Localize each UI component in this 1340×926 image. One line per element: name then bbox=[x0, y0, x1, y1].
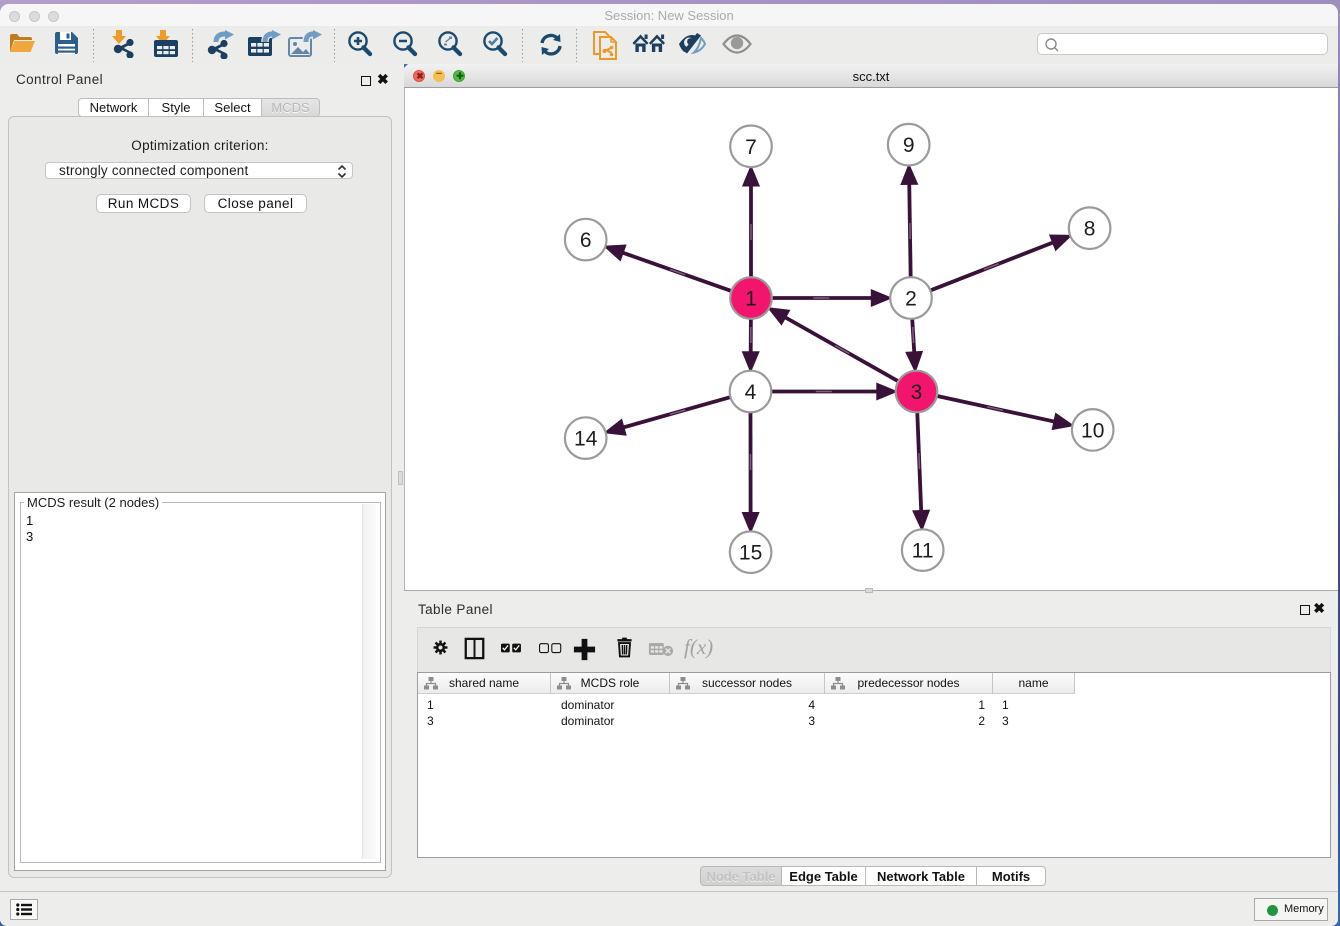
svg-text:3: 3 bbox=[911, 381, 923, 404]
svg-text:1: 1 bbox=[745, 288, 757, 311]
svg-text:4: 4 bbox=[745, 381, 757, 404]
svg-text:14: 14 bbox=[574, 428, 598, 451]
svg-text:6: 6 bbox=[580, 229, 592, 252]
svg-text:15: 15 bbox=[739, 542, 762, 565]
svg-text:11: 11 bbox=[912, 540, 934, 563]
svg-text:9: 9 bbox=[903, 134, 915, 157]
svg-text:2: 2 bbox=[905, 288, 917, 311]
svg-text:8: 8 bbox=[1084, 218, 1096, 241]
svg-text:7: 7 bbox=[745, 136, 757, 159]
svg-text:10: 10 bbox=[1081, 419, 1104, 442]
